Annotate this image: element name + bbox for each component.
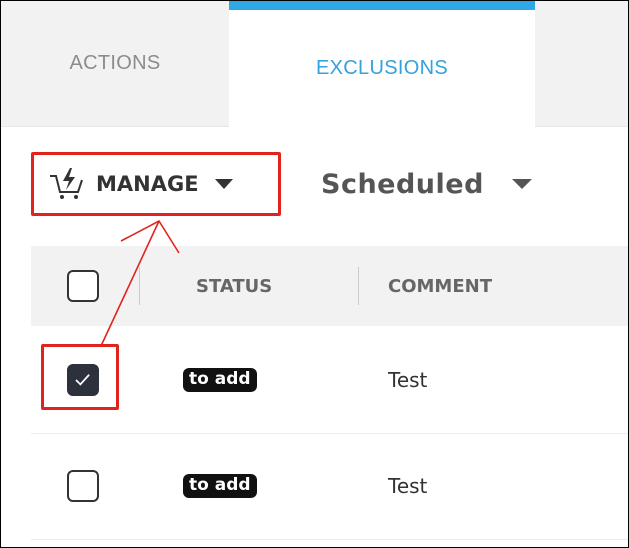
select-all-checkbox[interactable] — [67, 270, 99, 302]
chevron-down-icon — [511, 179, 532, 189]
status-badge: to add — [183, 474, 257, 498]
manage-button-label: MANAGE — [96, 172, 199, 196]
column-header-status-label: STATUS — [196, 275, 273, 297]
column-header-status[interactable]: STATUS — [196, 246, 272, 326]
scheduled-dropdown[interactable]: Scheduled — [321, 164, 532, 204]
column-header-comment-label: COMMENT — [388, 275, 492, 297]
status-badge: to add — [183, 368, 257, 392]
tab-actions[interactable]: ACTIONS — [1, 1, 229, 126]
chevron-down-icon — [214, 179, 233, 189]
table-row[interactable]: to add Test — [31, 328, 628, 434]
tab-actions-label: ACTIONS — [69, 52, 161, 74]
column-divider — [139, 267, 140, 305]
comment-cell: Test — [388, 368, 428, 392]
tab-exclusions-label: EXCLUSIONS — [316, 57, 448, 79]
cart-bolt-icon — [50, 168, 83, 199]
comment-cell: Test — [388, 474, 428, 498]
annotation-highlight-box — [41, 344, 119, 410]
row-checkbox[interactable] — [67, 470, 99, 502]
table-header: STATUS COMMENT — [31, 246, 628, 326]
table-row[interactable]: to add Test — [31, 434, 628, 540]
scheduled-dropdown-label: Scheduled — [321, 168, 484, 200]
tab-exclusions[interactable]: EXCLUSIONS — [229, 1, 535, 127]
column-divider — [358, 267, 359, 305]
manage-button[interactable]: MANAGE — [31, 152, 281, 216]
column-header-comment[interactable]: COMMENT — [388, 246, 492, 326]
screenshot-frame: ACTIONS EXCLUSIONS MANAGE Scheduled STAT… — [0, 0, 629, 548]
tab-bar: ACTIONS EXCLUSIONS — [1, 1, 628, 127]
